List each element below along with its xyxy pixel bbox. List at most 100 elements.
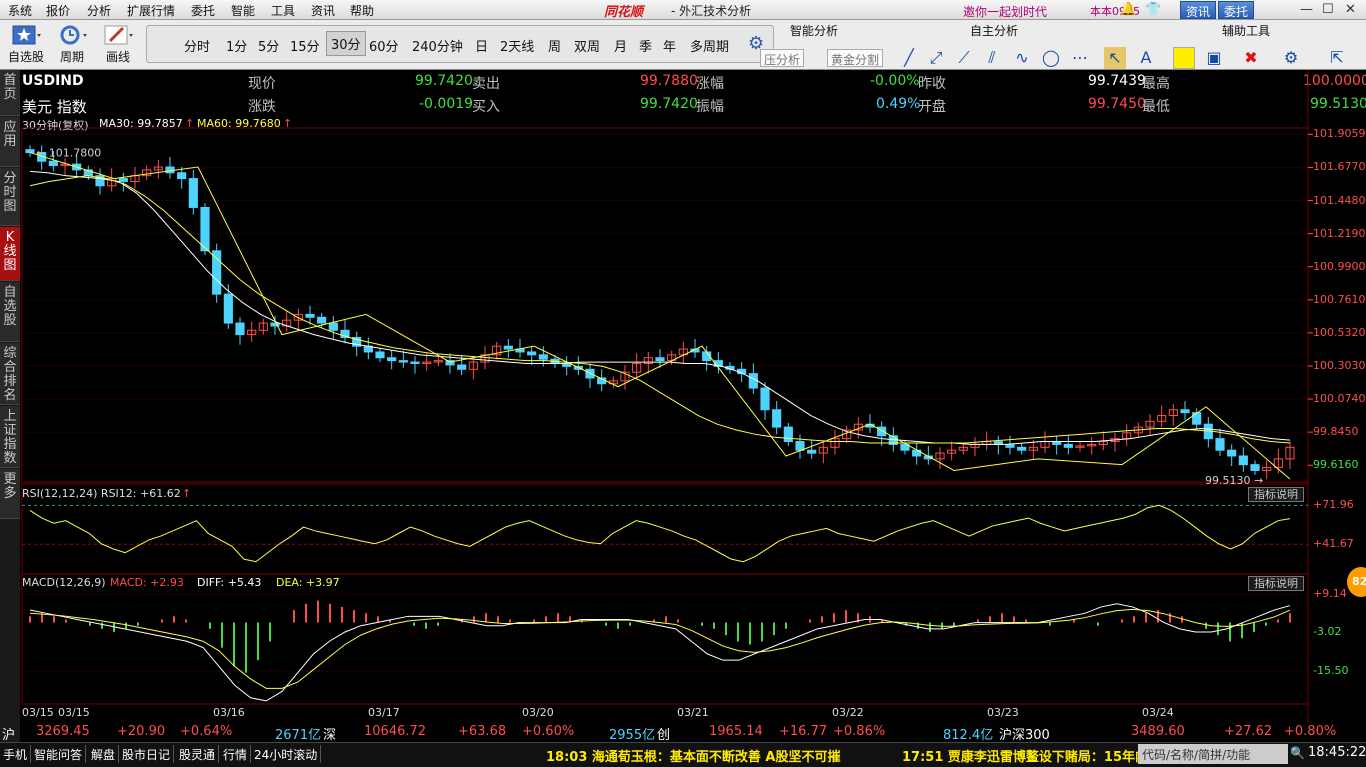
candle-body [760,387,770,411]
rsi-explain-button[interactable]: 指标说明 [1248,487,1304,502]
status-diary[interactable]: 股市日记 [119,745,175,763]
candle-body [212,250,222,295]
candle-body [200,206,210,252]
status-24h[interactable]: 24小时滚动 [251,745,322,763]
low-marker: 99.5130 → [1205,474,1263,487]
news-ticker-2[interactable]: 17:51 贾康李迅雷博鳌设下赌局：15年内 [902,746,1138,765]
high-marker: ← 101.7800 [36,147,101,160]
diff-value: DIFF: +5.43 [197,576,262,589]
macd-name: MACD(12,26,9) [22,576,106,589]
app-window: 系统 报价 分析 扩展行情 委托 智能 工具 资讯 帮助 同花顺 - 外汇技术分… [0,0,1366,767]
rsi-line [29,504,1291,563]
index-value: 1965.14 [709,724,763,739]
time-tick-label: 03/17 [368,706,400,719]
candle-body [25,149,35,154]
candle-body [457,364,467,370]
time-tick-label: 03/15 [58,706,90,719]
news-ticker-1[interactable]: 18:03 海通荀玉根：基本面不断改善 A股坚不可摧 [546,746,841,765]
index-value: +63.68 [458,724,507,739]
candle-body [783,426,793,443]
index-value: +16.77 [779,724,828,739]
status-market[interactable]: 行情 [220,745,252,763]
status-bar: 手机 智能问答 解盘 股市日记 股灵通 行情 24小时滚动 18:03 海通荀玉… [0,742,1366,767]
status-mobile[interactable]: 手机 [0,745,32,763]
candle-body [410,361,420,365]
ma30-line [29,170,1291,445]
index-value: +0.86% [833,724,886,739]
index-value: +20.90 [117,724,166,739]
index-value: +27.62 [1224,724,1273,739]
status-stock-link[interactable]: 股灵通 [176,745,220,763]
candle-body [387,357,397,362]
price-tick-label: 99.8450 [1313,425,1359,439]
candle-body [188,178,198,208]
index-value: 10646.72 [364,724,427,739]
index-value: 沪深300 [999,728,1050,743]
search-input[interactable]: 代码/名称/简拼/功能 [1138,744,1288,764]
candle-body [165,166,175,174]
search-icon[interactable]: 🔍 [1290,746,1305,760]
candle-body [1063,443,1073,448]
candle-body [235,322,245,336]
time-tick-label: 03/24 [1142,706,1174,719]
candle-body [305,313,315,318]
zigzag-line [29,152,1291,480]
macd-tick-label: +9.14 [1313,586,1347,600]
candle-body [538,354,548,360]
index-value: 2955亿 [609,728,656,743]
index-value: 3269.45 [36,724,90,739]
macd-tick-label: -3.02 [1313,625,1342,639]
candle-body [398,360,408,363]
price-tick-label: 100.0740 [1313,392,1366,406]
candle-body [807,449,817,454]
candle-body [748,373,758,389]
price-tick-label: 101.4480 [1313,193,1366,207]
ma60-line [29,175,1291,444]
price-tick-label: 101.2190 [1313,226,1366,240]
rsi-label: RSI(12,12,24) RSI12: +61.62 [22,487,181,500]
price-tick-label: 100.5320 [1313,325,1366,339]
index-value: +0.80% [1284,724,1337,739]
price-tick-label: 100.7610 [1313,292,1366,306]
rsi-tick-label: +71.96 [1313,498,1354,512]
status-smart-qa[interactable]: 智能问答 [31,745,87,763]
price-tick-label: 99.6160 [1313,458,1359,472]
index-value: 3489.60 [1131,724,1185,739]
candle-body [328,322,338,331]
main-panel-frame [21,127,1309,483]
rsi-tick-label: +41.67 [1313,537,1354,551]
candle-body [1238,455,1248,466]
dea-line [29,608,1291,689]
time-tick-label: 03/16 [213,706,245,719]
status-interpret[interactable]: 解盘 [88,745,120,763]
kline-chart[interactable]: ← 101.7800 99.5130 → [0,0,1366,742]
candle-body [1215,438,1225,451]
time-tick-label: 03/23 [987,706,1019,719]
macd-tick-label: -15.50 [1313,664,1349,678]
index-value: 沪 [2,728,16,743]
time-tick-label: 03/15 [22,706,54,719]
clock: 18:45:22 [1308,745,1366,760]
candle-body [772,409,782,428]
macd-explain-button[interactable]: 指标说明 [1248,576,1304,591]
index-value: 812.4亿 [943,728,994,743]
candle-body [655,357,665,362]
dea-value: DEA: +3.97 [276,576,340,589]
candle-body [1180,409,1190,414]
diff-line [29,603,1291,702]
index-value: 创 [657,728,671,743]
candle-body [1192,412,1202,425]
time-tick-label: 03/21 [677,706,709,719]
macd-value: MACD: +2.93 [110,576,184,589]
candle-body [1250,464,1260,471]
candle-body [1005,443,1015,448]
candle-body [375,351,385,359]
price-tick-label: 101.6770 [1313,160,1366,174]
time-tick-label: 03/22 [832,706,864,719]
price-tick-label: 101.9059 [1313,127,1366,141]
candle-body [795,441,805,451]
candle-body [48,160,58,167]
candle-body [527,351,537,356]
time-tick-label: 03/20 [522,706,554,719]
price-tick-label: 100.9900 [1313,259,1366,273]
